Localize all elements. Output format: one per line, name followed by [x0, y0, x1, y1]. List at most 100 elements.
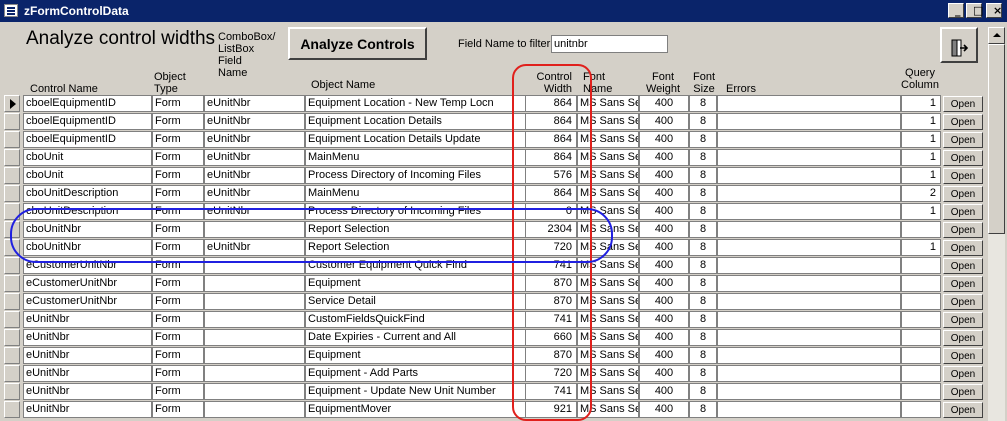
- query-column-cell[interactable]: 1: [901, 239, 941, 256]
- control-name-cell[interactable]: eCustomerUnitNbr: [23, 257, 152, 274]
- table-row[interactable]: eCustomerUnitNbr Form Service Detail 870 MS …: [4, 293, 988, 311]
- font-size-cell[interactable]: 8: [689, 275, 717, 292]
- open-button[interactable]: Open: [943, 132, 983, 148]
- field-name-cell[interactable]: [204, 347, 305, 364]
- field-name-cell[interactable]: [204, 293, 305, 310]
- open-button[interactable]: Open: [943, 312, 983, 328]
- table-row[interactable]: eCustomerUnitNbr Form Customer Equipment Q…: [4, 257, 988, 275]
- control-name-cell[interactable]: cboelEquipmentID: [23, 131, 152, 148]
- object-type-cell[interactable]: Form: [152, 365, 204, 382]
- field-name-cell[interactable]: [204, 401, 305, 418]
- maximize-button[interactable]: □: [966, 3, 983, 18]
- control-name-cell[interactable]: cboUnit: [23, 149, 152, 166]
- open-button[interactable]: Open: [943, 294, 983, 310]
- font-size-cell[interactable]: 8: [689, 95, 717, 112]
- table-row[interactable]: cboUnit Form eUnitNbr MainMenu 864 MS Sans Se…: [4, 149, 988, 167]
- object-type-cell[interactable]: Form: [152, 311, 204, 328]
- object-type-cell[interactable]: Form: [152, 293, 204, 310]
- field-name-cell[interactable]: eUnitNbr: [204, 203, 305, 220]
- field-name-cell[interactable]: [204, 275, 305, 292]
- font-weight-cell[interactable]: 400: [639, 131, 689, 148]
- record-selector[interactable]: [4, 95, 20, 112]
- query-column-cell[interactable]: [901, 311, 941, 328]
- table-row[interactable]: cboUnitDescription Form eUnitNbr MainMenu 86…: [4, 185, 988, 203]
- exit-button[interactable]: [940, 27, 978, 63]
- object-type-cell[interactable]: Form: [152, 185, 204, 202]
- field-name-cell[interactable]: eUnitNbr: [204, 149, 305, 166]
- font-weight-cell[interactable]: 400: [639, 257, 689, 274]
- font-weight-cell[interactable]: 400: [639, 221, 689, 238]
- font-size-cell[interactable]: 8: [689, 113, 717, 130]
- object-type-cell[interactable]: Form: [152, 113, 204, 130]
- control-name-cell[interactable]: eCustomerUnitNbr: [23, 293, 152, 310]
- control-width-cell[interactable]: 720: [525, 239, 577, 256]
- font-name-cell[interactable]: MS Sans Se: [577, 203, 639, 220]
- font-weight-cell[interactable]: 400: [639, 383, 689, 400]
- query-column-cell[interactable]: 1: [901, 131, 941, 148]
- open-button[interactable]: Open: [943, 186, 983, 202]
- control-name-cell[interactable]: eUnitNbr: [23, 347, 152, 364]
- field-name-cell[interactable]: eUnitNbr: [204, 95, 305, 112]
- errors-cell[interactable]: [717, 131, 901, 148]
- font-size-cell[interactable]: 8: [689, 311, 717, 328]
- close-button[interactable]: ×: [986, 3, 1002, 18]
- field-name-cell[interactable]: eUnitNbr: [204, 167, 305, 184]
- object-type-cell[interactable]: Form: [152, 347, 204, 364]
- open-button[interactable]: Open: [943, 258, 983, 274]
- record-selector[interactable]: [4, 347, 20, 364]
- font-size-cell[interactable]: 8: [689, 149, 717, 166]
- errors-cell[interactable]: [717, 239, 901, 256]
- errors-cell[interactable]: [717, 311, 901, 328]
- object-type-cell[interactable]: Form: [152, 131, 204, 148]
- open-button[interactable]: Open: [943, 96, 983, 112]
- font-size-cell[interactable]: 8: [689, 131, 717, 148]
- errors-cell[interactable]: [717, 167, 901, 184]
- font-weight-cell[interactable]: 400: [639, 185, 689, 202]
- open-button[interactable]: Open: [943, 204, 983, 220]
- errors-cell[interactable]: [717, 347, 901, 364]
- object-type-cell[interactable]: Form: [152, 329, 204, 346]
- control-name-cell[interactable]: eUnitNbr: [23, 401, 152, 418]
- query-column-cell[interactable]: [901, 401, 941, 418]
- control-width-cell[interactable]: 864: [525, 113, 577, 130]
- open-button[interactable]: Open: [943, 276, 983, 292]
- font-size-cell[interactable]: 8: [689, 329, 717, 346]
- font-name-cell[interactable]: MS Sans Se: [577, 383, 639, 400]
- font-name-cell[interactable]: MS Sans Se: [577, 329, 639, 346]
- control-width-cell[interactable]: 741: [525, 311, 577, 328]
- field-name-cell[interactable]: eUnitNbr: [204, 113, 305, 130]
- errors-cell[interactable]: [717, 221, 901, 238]
- font-weight-cell[interactable]: 400: [639, 401, 689, 418]
- query-column-cell[interactable]: 2: [901, 185, 941, 202]
- control-width-cell[interactable]: 870: [525, 347, 577, 364]
- control-name-cell[interactable]: eUnitNbr: [23, 311, 152, 328]
- font-weight-cell[interactable]: 400: [639, 275, 689, 292]
- errors-cell[interactable]: [717, 275, 901, 292]
- open-button[interactable]: Open: [943, 114, 983, 130]
- font-name-cell[interactable]: MS Sans Se: [577, 113, 639, 130]
- field-name-cell[interactable]: eUnitNbr: [204, 239, 305, 256]
- object-type-cell[interactable]: Form: [152, 149, 204, 166]
- errors-cell[interactable]: [717, 257, 901, 274]
- table-row[interactable]: cboelEquipmentID Form eUnitNbr Equipment Lo…: [4, 113, 988, 131]
- control-width-cell[interactable]: 660: [525, 329, 577, 346]
- control-width-cell[interactable]: 921: [525, 401, 577, 418]
- table-row[interactable]: eUnitNbr Form Equipment 870 MS Sans Se 400 8 Op…: [4, 347, 988, 365]
- open-button[interactable]: Open: [943, 366, 983, 382]
- control-name-cell[interactable]: eUnitNbr: [23, 329, 152, 346]
- control-width-cell[interactable]: 870: [525, 275, 577, 292]
- errors-cell[interactable]: [717, 401, 901, 418]
- font-name-cell[interactable]: MS Sans Se: [577, 347, 639, 364]
- field-name-cell[interactable]: [204, 221, 305, 238]
- font-weight-cell[interactable]: 400: [639, 113, 689, 130]
- font-name-cell[interactable]: MS Sans Se: [577, 221, 639, 238]
- open-button[interactable]: Open: [943, 222, 983, 238]
- font-weight-cell[interactable]: 400: [639, 203, 689, 220]
- control-width-cell[interactable]: 864: [525, 95, 577, 112]
- analyze-controls-button[interactable]: Analyze Controls: [288, 27, 427, 60]
- query-column-cell[interactable]: 1: [901, 167, 941, 184]
- font-name-cell[interactable]: MS Sans Se: [577, 239, 639, 256]
- record-selector[interactable]: [4, 239, 20, 256]
- record-selector[interactable]: [4, 113, 20, 130]
- font-name-cell[interactable]: MS Sans Se: [577, 293, 639, 310]
